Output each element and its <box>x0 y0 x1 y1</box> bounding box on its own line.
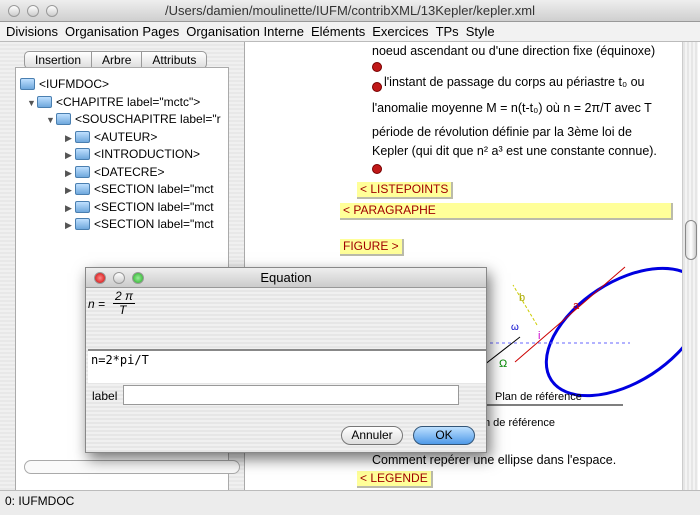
tree-node-label: <AUTEUR> <box>94 129 158 144</box>
folder-icon <box>56 113 71 125</box>
disclosure-collapsed-icon[interactable]: ▶ <box>65 165 75 182</box>
text-line: l'anomalie moyenne M = n(t-t₀) où n = 2π… <box>372 101 652 115</box>
menu-divisions[interactable]: Divisions <box>6 24 58 39</box>
dialog-close-button[interactable] <box>94 272 106 284</box>
disclosure-collapsed-icon[interactable]: ▶ <box>65 217 75 234</box>
menu-tps[interactable]: TPs <box>436 24 459 39</box>
disclosure-expanded-icon[interactable]: ▼ <box>27 95 37 112</box>
equation-preview: n = 2 π T <box>86 288 486 348</box>
scroll-thumb[interactable] <box>685 220 697 260</box>
label-caption: label <box>92 389 118 403</box>
dialog-title: Equation <box>260 270 312 285</box>
label-input[interactable] <box>123 385 459 405</box>
vertical-scrollbar[interactable] <box>682 42 698 490</box>
disclosure-collapsed-icon[interactable]: ▶ <box>65 130 75 147</box>
disclosure-collapsed-icon[interactable]: ▶ <box>65 182 75 199</box>
disclosure-collapsed-icon[interactable]: ▶ <box>65 147 75 164</box>
folder-icon <box>75 200 90 213</box>
tree-node-label: <SECTION label="mct <box>94 217 214 231</box>
menu-organisation-pages[interactable]: Organisation Pages <box>65 24 179 39</box>
minimize-button[interactable] <box>27 5 39 17</box>
text-line: noeud ascendant ou d'une direction fixe … <box>372 44 656 58</box>
label-b: b <box>519 292 525 304</box>
axis-b <box>512 284 538 326</box>
preview-denominator: T <box>119 303 127 317</box>
menu-bar: Divisions Organisation Pages Organisation … <box>0 22 700 42</box>
tree-node-label: <SECTION label="mct <box>94 182 214 196</box>
menu-exercices[interactable]: Exercices <box>372 24 428 39</box>
folder-icon <box>75 183 90 195</box>
tree-node[interactable]: ▶ <DATECRE> <box>65 164 164 181</box>
text-line: Kepler (qui dit que n² a³ est une consta… <box>372 144 657 158</box>
zoom-button[interactable] <box>46 5 58 17</box>
tree-node-label: <CHAPITRE label="mctc"> <box>56 94 201 109</box>
menu-style[interactable]: Style <box>466 24 495 39</box>
tree-node[interactable]: ▼ <SOUSCHAPITRE label="r <box>46 111 221 128</box>
close-button[interactable] <box>8 5 20 17</box>
bullet-end-icon[interactable] <box>372 164 382 174</box>
dialog-minimize-button[interactable] <box>113 272 125 284</box>
label-omega: ω <box>511 322 519 333</box>
tree-node-label: <INTRODUCTION> <box>94 147 201 161</box>
folder-icon <box>75 165 90 178</box>
tree-node-label: <DATECRE> <box>94 164 165 179</box>
tag-listepoints[interactable]: < LISTEPOINTS <box>357 182 454 199</box>
axis-a <box>514 266 626 363</box>
status-bar: 0: IUFMDOC <box>0 490 700 515</box>
bullet-end-icon[interactable] <box>372 62 382 72</box>
label-plan: Plan de référence <box>495 391 582 403</box>
tree-node[interactable]: ▶ <INTRODUCTION> <box>65 146 200 163</box>
menu-organisation-interne[interactable]: Organisation Interne <box>186 24 304 39</box>
text-line: l'instant de passage du corps au périast… <box>384 75 645 89</box>
tag-legende[interactable]: < LEGENDE <box>357 471 433 488</box>
tree-node[interactable]: <IUFMDOC> <box>20 76 109 93</box>
menu-elements[interactable]: Eléments <box>311 24 365 39</box>
tree-node[interactable]: ▼ <CHAPITRE label="mctc"> <box>27 94 200 111</box>
dialog-zoom-button[interactable] <box>132 272 144 284</box>
label-Omega: Ω <box>499 358 507 370</box>
tree-node[interactable]: ▶ <AUTEUR> <box>65 129 157 146</box>
tag-paragraphe[interactable]: < PARAGRAPHE <box>340 203 673 220</box>
ok-button[interactable]: OK <box>413 426 475 445</box>
dialog-titlebar: Equation <box>86 268 486 288</box>
tree-node[interactable]: ▶ <SECTION label="mct <box>65 216 214 233</box>
preview-numerator: 2 π <box>113 289 136 304</box>
tree-node[interactable]: ▶ <SECTION label="mct <box>65 181 214 198</box>
tab-insertion[interactable]: Insertion <box>25 52 93 68</box>
label-i: i <box>538 330 540 342</box>
text-line: période de révolution définie par la 3èm… <box>372 125 632 139</box>
equation-dialog: Equation n = 2 π T n=2*pi/T label Annule… <box>85 267 487 453</box>
folder-icon <box>75 130 90 143</box>
tree-node[interactable]: ▶ <SECTION label="mct <box>65 199 214 216</box>
folder-icon <box>75 218 90 230</box>
horizontal-scrollbar[interactable] <box>24 460 240 474</box>
preview-lhs: n = <box>88 297 106 311</box>
window-title: /Users/damien/moulinette/IUFM/contribXML… <box>165 3 535 18</box>
tree-node-label: <IUFMDOC> <box>39 77 110 91</box>
equation-input[interactable]: n=2*pi/T <box>88 349 486 383</box>
figure-caption: Comment repérer une ellipse dans l'espac… <box>372 453 617 467</box>
folder-icon <box>20 78 35 90</box>
tab-arbre[interactable]: Arbre <box>92 52 143 68</box>
tree-node-label: <SOUSCHAPITRE label="r <box>75 112 221 126</box>
disclosure-collapsed-icon[interactable]: ▶ <box>65 200 75 217</box>
tree-node-label: <SECTION label="mct <box>94 199 214 214</box>
window-titlebar: /Users/damien/moulinette/IUFM/contribXML… <box>0 0 700 22</box>
cancel-button[interactable]: Annuler <box>341 426 403 445</box>
tag-figure[interactable]: FIGURE > <box>340 239 404 256</box>
tab-attributs[interactable]: Attributs <box>142 52 206 68</box>
folder-icon <box>37 95 52 108</box>
bullet-start-icon[interactable] <box>372 82 382 92</box>
figure-partial-caption: n de référence <box>484 417 555 429</box>
label-a: a <box>573 300 580 312</box>
folder-icon <box>75 148 90 160</box>
disclosure-expanded-icon[interactable]: ▼ <box>46 112 56 129</box>
